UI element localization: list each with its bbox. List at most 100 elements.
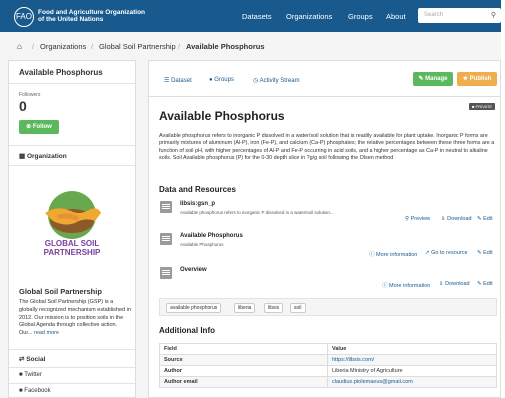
tag-soil[interactable]: soil [290,303,306,313]
additional-info-table: Field Value Source https://libsis.com/ A… [159,343,497,388]
breadcrumb-separator: / [178,42,181,51]
dataset-description: Available phosphorus refers to inorganic… [159,133,495,162]
resource-title[interactable]: Overview [180,267,207,273]
column-header: Value [327,343,497,355]
logo-text-line1: GLOBAL SOIL [44,239,100,248]
table-row: Author Liberia Ministry of Agriculture [159,365,497,377]
tab-activity-label: Activity Stream [259,78,300,84]
publish-button[interactable]: ★ Publish [457,72,497,86]
tab-activity-stream[interactable]: ◷ Activity Stream [253,77,300,84]
breadcrumb: ⌂ / Organizations / Global Soil Partners… [8,40,498,56]
nav-groups[interactable]: Groups [348,12,373,21]
building-icon: ▦ [19,153,26,160]
follow-button[interactable]: ⊕ Follow [19,120,59,134]
value-cell[interactable]: https://libsis.com/ [327,354,497,366]
additional-info-heading: Additional Info [159,326,215,335]
table-row: Source https://libsis.com/ [159,354,497,366]
download-link[interactable]: ⇓ Download [441,216,472,222]
field-cell: Author [159,365,328,377]
nav-organizations[interactable]: Organizations [286,12,332,21]
resources-heading: Data and Resources [159,185,236,194]
breadcrumb-organizations[interactable]: Organizations [40,42,86,51]
preview-label: Preview [410,216,431,222]
facebook-label: Facebook [24,388,51,394]
more-info-link[interactable]: ⓘ More information [369,250,417,258]
private-badge: ■ PRIVATE [469,103,496,110]
divider [9,165,135,166]
edit-link[interactable]: ✎ Edit [477,281,493,287]
org-name-line1: Food and Agriculture Organization [38,9,146,16]
organization-heading: ▦ Organization [19,152,67,160]
divider [149,96,500,97]
table-header-row: Field Value [159,343,497,355]
facebook-icon: ■ [19,388,23,394]
org-description: The Global Soil Partnership (GSP) is a g… [19,299,131,338]
edit-link[interactable]: ✎ Edit [477,250,493,256]
tag-liberia[interactable]: liberia [234,303,256,313]
dataset-panel: ☰ Dataset ● Groups ◷ Activity Stream ✎ M… [148,60,501,398]
read-more-link[interactable]: read more [34,330,59,336]
resource-description: Available phosphorus refers to inorganic… [180,210,334,215]
facebook-link[interactable]: ■ Facebook [19,388,51,394]
search-icon[interactable]: ⚲ [491,11,496,19]
edit-icon: ✎ [477,216,482,222]
dataset-title: Available Phosphorus [159,109,285,123]
org-title: Global Soil Partnership [19,287,102,296]
tab-dataset[interactable]: ☰ Dataset [164,77,192,84]
social-heading: ⇄ Social [19,355,45,363]
twitter-label: Twitter [24,372,42,378]
breadcrumb-separator: / [32,42,35,51]
download-link[interactable]: ⇓ Download [439,281,470,287]
file-icon [160,201,172,213]
tab-groups[interactable]: ● Groups [209,77,234,83]
twitter-link[interactable]: ■ Twitter [19,372,42,378]
divider [9,83,135,84]
search-input[interactable]: Search ⚲ [418,8,501,23]
preview-link[interactable]: ⚲ Preview [405,216,430,222]
tag-libsis[interactable]: libsis [264,303,284,313]
social-label: Social [26,356,46,363]
breadcrumb-current[interactable]: Available Phosphorus [186,42,265,51]
org-name-line2: of the United Nations [38,16,104,23]
field-cell: Author email [159,376,328,388]
divider [9,349,135,350]
breadcrumb-org[interactable]: Global Soil Partnership [99,42,176,51]
search-placeholder: Search [424,12,444,18]
resource-title[interactable]: libsis:gsn_p [180,201,215,207]
fao-logo-icon[interactable]: FAO [14,7,34,27]
divider [9,383,135,384]
edit-icon: ✎ [477,250,482,256]
resource-title[interactable]: Available Phosphorus [180,233,243,239]
edit-label: Edit [483,216,493,222]
download-icon: ⇓ [441,216,446,222]
edit-label: Edit [483,250,493,256]
lock-icon: ■ [472,104,475,109]
nav-datasets[interactable]: Datasets [242,12,272,21]
window-edge [501,0,505,398]
edit-link[interactable]: ✎ Edit [477,216,493,222]
clock-icon: ◷ [253,78,259,84]
divider [9,145,135,146]
tab-dataset-label: Dataset [171,78,192,84]
download-label: Download [447,216,472,222]
tab-groups-label: Groups [214,77,234,83]
nav-about[interactable]: About [386,12,406,21]
more-info-link[interactable]: ⓘ More information [382,281,430,289]
sitemap-icon: ☰ [164,78,170,84]
top-navbar: FAO Food and Agriculture Organization of… [0,0,505,32]
go-to-resource-link[interactable]: ➚ Go to resource [425,250,468,256]
tag-available-phosphorus[interactable]: available phosphorus [166,303,222,313]
private-label: PRIVATE [475,104,493,109]
download-label: Download [445,281,470,287]
resource-description: Available Phosphorus [180,242,224,247]
value-cell[interactable]: claudius.ptolemaeus@gmail.com [327,376,497,388]
info-icon: ⓘ [382,283,388,289]
manage-button[interactable]: ✎ Manage [413,72,453,86]
follow-label: Follow [32,124,52,130]
org-logo[interactable]: GLOBAL SOIL PARTNERSHIP [27,185,117,265]
sidebar: Available Phosphorus Followers 0 ⊕ Follo… [8,60,136,398]
value-cell: Liberia Ministry of Agriculture [327,365,497,377]
more-info-label: More information [389,283,431,289]
home-icon[interactable]: ⌂ [17,42,22,51]
org-name[interactable]: Food and Agriculture Organization of the… [38,9,168,23]
